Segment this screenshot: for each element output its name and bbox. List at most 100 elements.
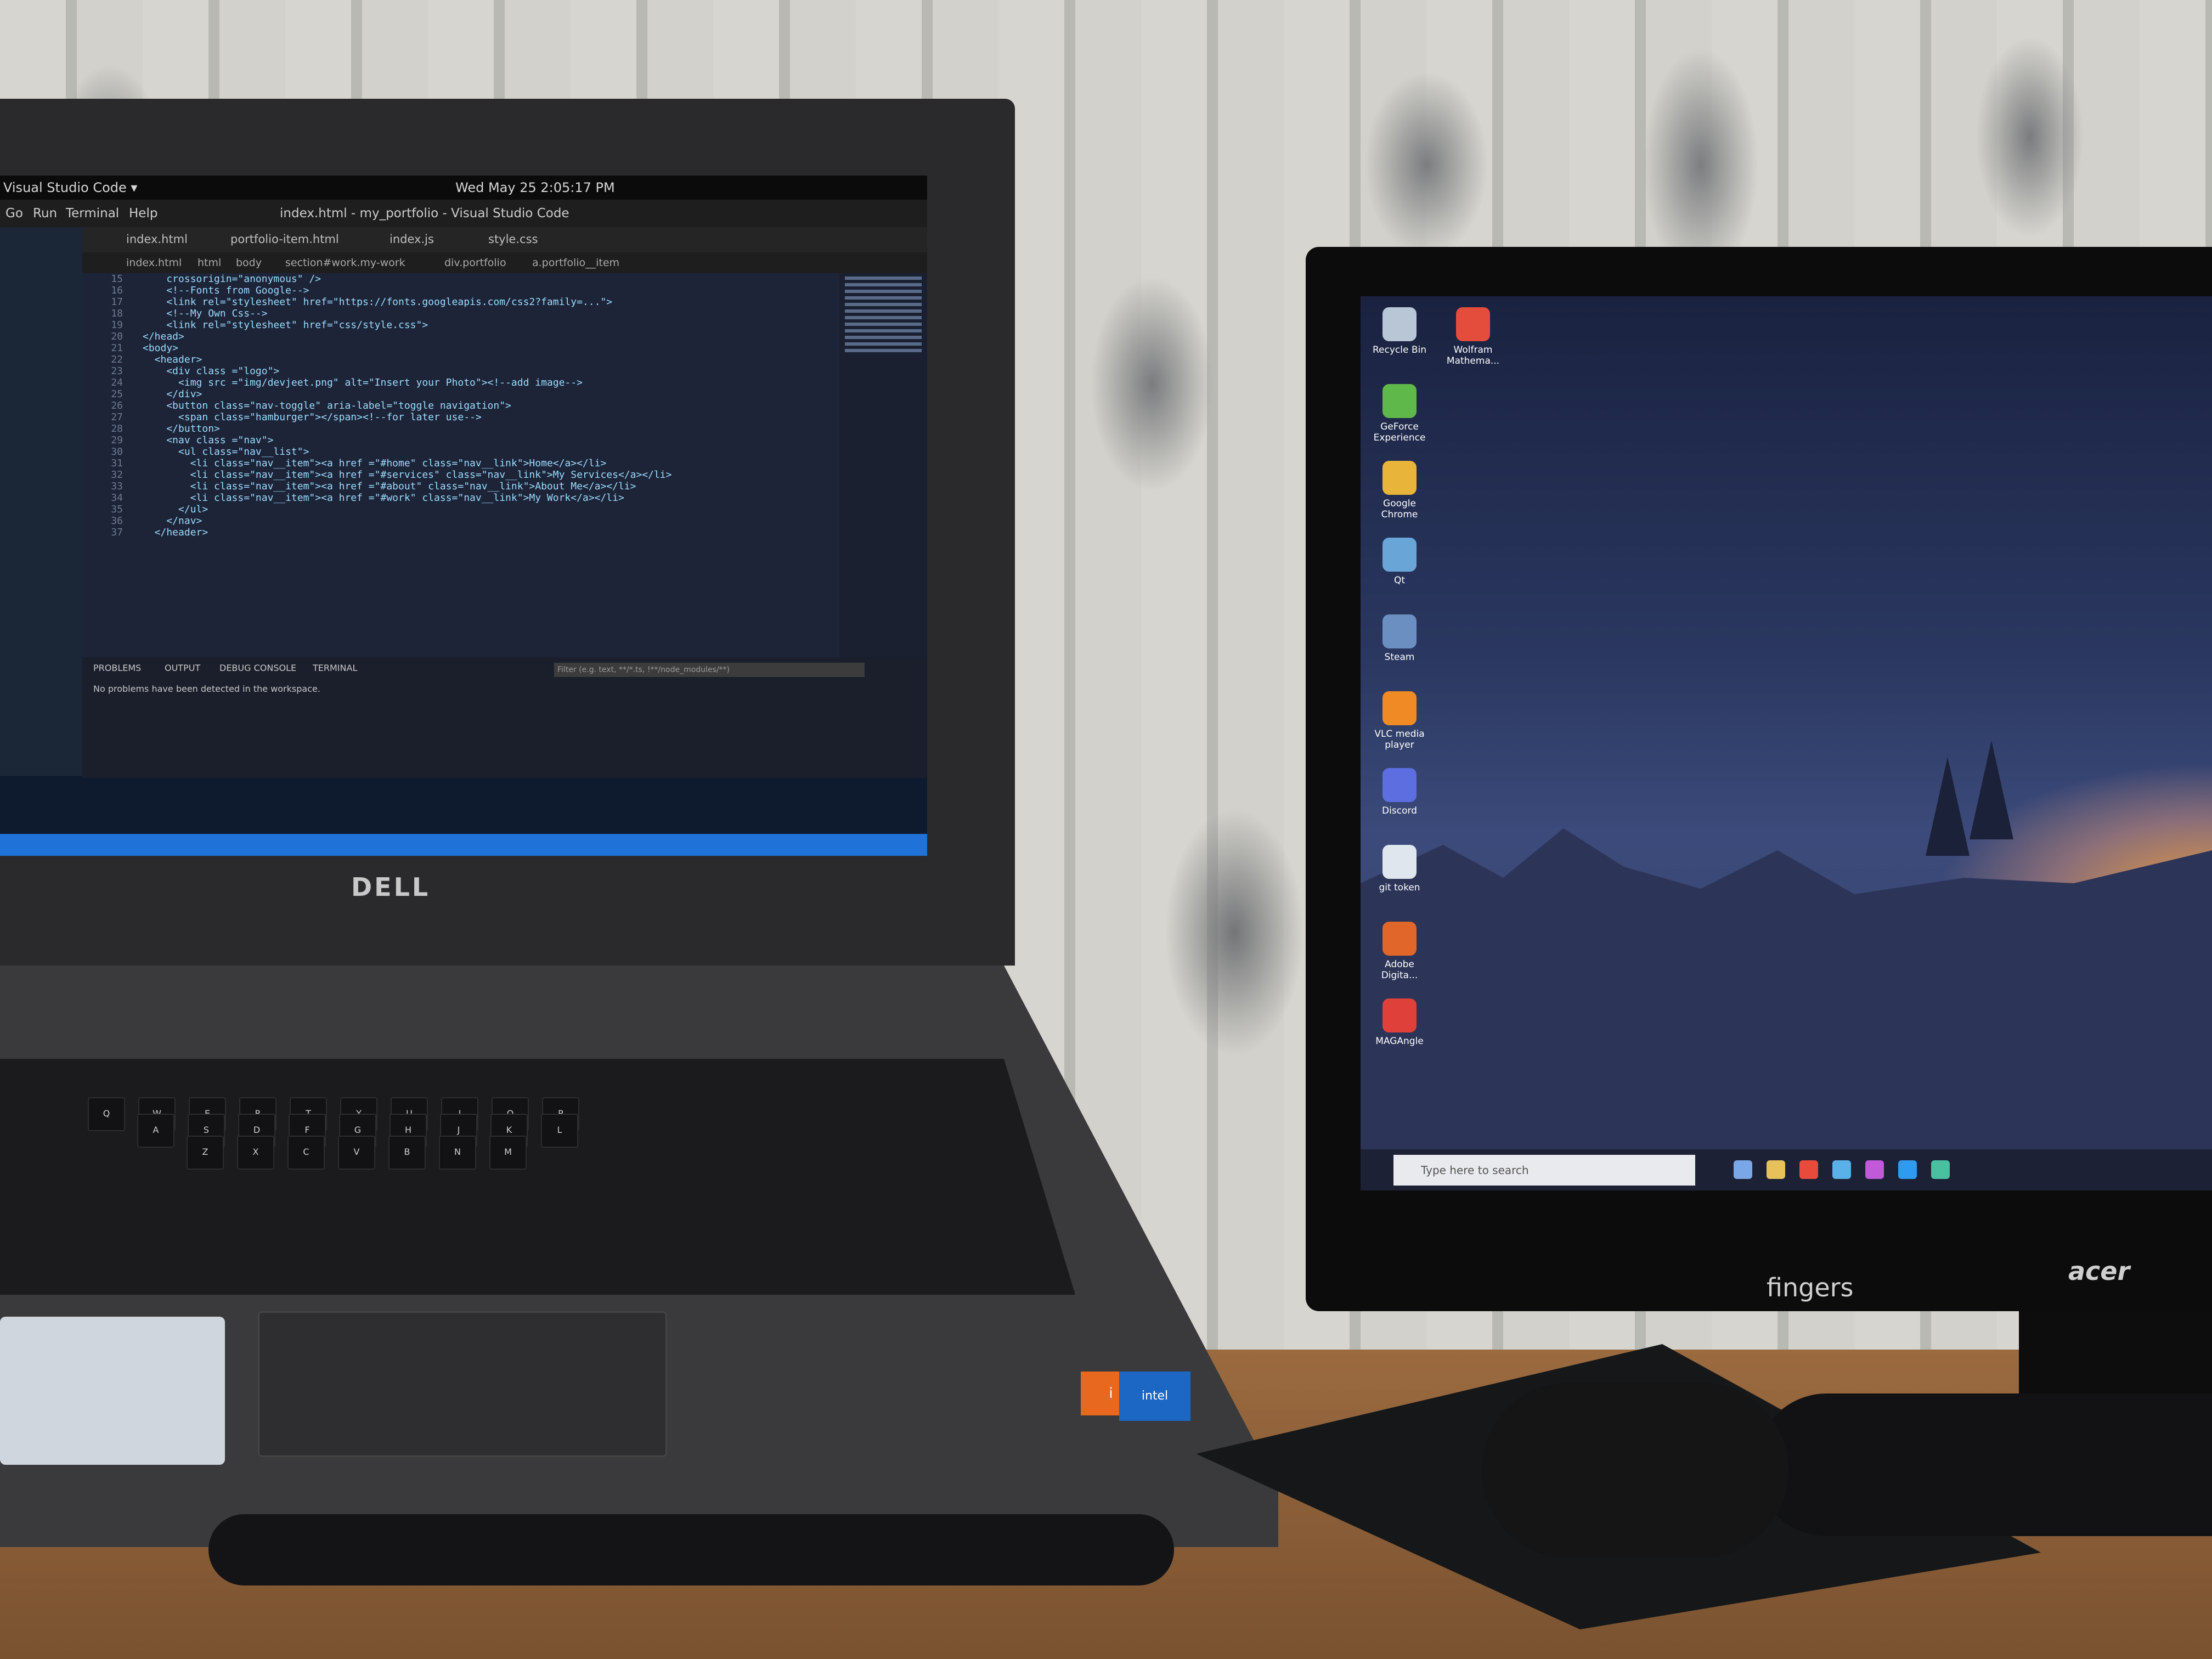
keyboard-key: Z xyxy=(187,1136,224,1170)
info-sticker xyxy=(0,1317,225,1465)
desktop-icon[interactable]: git token xyxy=(1369,845,1430,893)
panel-tab-debug-console[interactable]: DEBUG CONSOLE xyxy=(219,663,296,673)
code-line[interactable]: </div> xyxy=(143,388,672,400)
keyboard-key: M xyxy=(489,1136,527,1170)
tab-style-css[interactable]: style.css xyxy=(488,233,538,246)
menu-run[interactable]: Run xyxy=(33,206,57,221)
code-line[interactable]: <nav class ="nav"> xyxy=(143,435,672,446)
minimap[interactable] xyxy=(839,273,927,657)
keyboard: QWERTYUIOPASDFGHJKLZXCVBNM xyxy=(0,1059,1075,1295)
crumb[interactable]: body xyxy=(236,257,262,269)
code-lines[interactable]: crossorigin="anonymous" /> <!--Fonts fro… xyxy=(143,273,672,538)
panel-tab-terminal[interactable]: TERMINAL xyxy=(313,663,357,673)
intel-sticker: intel xyxy=(1119,1372,1190,1421)
edge-icon[interactable] xyxy=(1832,1160,1851,1179)
menu-go[interactable]: Go xyxy=(5,206,23,221)
desktop-icon[interactable]: Adobe Digita... xyxy=(1369,922,1430,981)
tab-index-js[interactable]: index.js xyxy=(390,233,434,246)
status-bar xyxy=(0,834,927,856)
tab-index-html[interactable]: index.html xyxy=(126,233,188,246)
crumb[interactable]: div.portfolio xyxy=(444,257,506,269)
app-icon[interactable] xyxy=(1865,1160,1884,1179)
line-number: 22 xyxy=(111,354,123,365)
clock[interactable]: Wed May 25 2:05:17 PM xyxy=(455,180,615,195)
tree-icon xyxy=(1970,741,2013,839)
line-number: 32 xyxy=(111,469,123,481)
code-line[interactable]: <img src ="img/devjeet.png" alt="Insert … xyxy=(143,377,672,388)
code-line[interactable]: <li class="nav__item"><a href ="#about" … xyxy=(143,481,672,492)
menu-help[interactable]: Help xyxy=(129,206,157,221)
code-line[interactable]: <li class="nav__item"><a href ="#work" c… xyxy=(143,492,672,504)
code-line[interactable]: <li class="nav__item"><a href ="#service… xyxy=(143,469,672,481)
desktop-icon-label: MAGAngle xyxy=(1375,1036,1424,1047)
taskbar-search-input[interactable]: Type here to search xyxy=(1393,1155,1695,1186)
line-number: 19 xyxy=(111,319,123,331)
code-line[interactable]: </button> xyxy=(143,423,672,435)
app-icon xyxy=(1383,768,1417,802)
desktop-icon[interactable]: Qt xyxy=(1369,538,1430,586)
tab-portfolio-item[interactable]: portfolio-item.html xyxy=(230,233,339,246)
line-number: 24 xyxy=(111,377,123,388)
code-line[interactable]: </header> xyxy=(143,527,672,538)
desktop-icon[interactable]: Google Chrome xyxy=(1369,461,1430,520)
crumb[interactable]: html xyxy=(198,257,221,269)
file-explorer-icon[interactable] xyxy=(1767,1160,1785,1179)
app-icon[interactable] xyxy=(1931,1160,1950,1179)
code-line[interactable]: </head> xyxy=(143,331,672,342)
line-number: 35 xyxy=(111,504,123,515)
desktop-icon-label: Adobe Digita... xyxy=(1381,959,1418,981)
menu-terminal[interactable]: Terminal xyxy=(66,206,119,221)
crumb[interactable]: a.portfolio__item xyxy=(532,257,619,269)
desktop-icon[interactable]: Discord xyxy=(1369,768,1430,816)
app-icon xyxy=(1383,307,1417,341)
code-editor[interactable]: 15 16 17 18 19 20 21 22 23 24 25 26 27 28 29 30 31 32 33 34… xyxy=(82,273,839,657)
panel-tab-problems[interactable]: PROBLEMS xyxy=(93,663,141,673)
panel-filter-input[interactable]: Filter (e.g. text, **/*.ts, !**/node_mod… xyxy=(554,663,865,677)
app-icon xyxy=(1383,922,1417,956)
code-line[interactable]: <!--Fonts from Google--> xyxy=(143,285,672,296)
keyboard-key: V xyxy=(338,1136,375,1170)
app-icon xyxy=(1383,691,1417,725)
code-line[interactable]: <link rel="stylesheet" href="css/style.c… xyxy=(143,319,672,331)
desktop-icon-label: Discord xyxy=(1382,805,1417,816)
chrome-icon[interactable] xyxy=(1799,1160,1818,1179)
code-line[interactable]: <span class="hamburger"></span><!--for l… xyxy=(143,411,672,423)
keyboard-key: L xyxy=(541,1114,578,1148)
code-line[interactable]: <button class="nav-toggle" aria-label="t… xyxy=(143,400,672,411)
desktop-icon[interactable]: MAGAngle xyxy=(1369,998,1430,1047)
code-line[interactable]: crossorigin="anonymous" /> xyxy=(143,273,672,285)
app-icon xyxy=(1383,998,1417,1032)
code-line[interactable]: <body> xyxy=(143,342,672,354)
code-line[interactable]: <li class="nav__item"><a href ="#home" c… xyxy=(143,458,672,469)
desktop-icon[interactable]: Recycle Bin xyxy=(1369,307,1430,356)
monitor-brand-logo: acer xyxy=(2068,1256,2130,1286)
code-line[interactable]: <!--My Own Css--> xyxy=(143,308,672,319)
desktop-icon-label: VLC media player xyxy=(1374,729,1425,751)
vscode-icon[interactable] xyxy=(1898,1160,1917,1179)
code-line[interactable]: <ul class="nav__list"> xyxy=(143,446,672,458)
task-view-icon[interactable] xyxy=(1734,1160,1752,1179)
desktop-icon[interactable]: GeForce Experience xyxy=(1369,384,1430,443)
active-app-label[interactable]: Visual Studio Code ▾ xyxy=(3,180,137,195)
panel-tab-output[interactable]: OUTPUT xyxy=(165,663,200,673)
desktop-icon-label: Google Chrome xyxy=(1381,498,1418,520)
code-line[interactable]: <link rel="stylesheet" href="https://fon… xyxy=(143,296,672,308)
laptop-stand xyxy=(208,1514,1174,1585)
code-line[interactable]: </ul> xyxy=(143,504,672,515)
code-line[interactable]: <header> xyxy=(143,354,672,365)
code-line[interactable]: <div class ="logo"> xyxy=(143,365,672,377)
explorer-sidebar[interactable] xyxy=(0,227,82,776)
desktop-icon[interactable]: VLC media player xyxy=(1369,691,1430,751)
crumb[interactable]: index.html xyxy=(126,257,182,269)
desktop-icon-label: Recycle Bin xyxy=(1372,345,1426,356)
line-number: 21 xyxy=(111,342,123,354)
line-number: 18 xyxy=(111,308,123,319)
panel-message: No problems have been detected in the wo… xyxy=(93,684,320,694)
line-number: 26 xyxy=(111,400,123,411)
crumb[interactable]: section#work.my-work xyxy=(285,257,405,269)
desktop-icon[interactable]: Steam xyxy=(1369,614,1430,663)
app-icon xyxy=(1383,461,1417,495)
code-line[interactable]: </nav> xyxy=(143,515,672,527)
desktop-icon[interactable]: Wolfram Mathema... xyxy=(1443,307,1503,366)
line-number: 31 xyxy=(111,458,123,469)
